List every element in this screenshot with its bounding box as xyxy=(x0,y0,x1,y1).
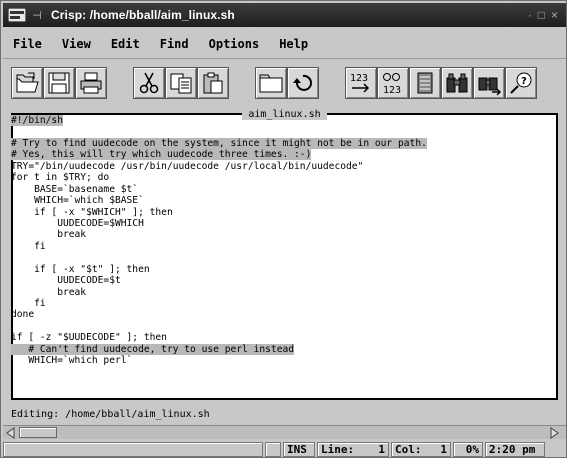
copy-button[interactable] xyxy=(165,67,197,99)
window-title: Crisp: /home/bball/aim_linux.sh xyxy=(51,8,235,22)
menu-find[interactable]: Find xyxy=(150,37,199,51)
code-line[interactable]: WHICH=`which $BASE` xyxy=(11,195,554,206)
percent-indicator: 0% xyxy=(453,442,483,457)
new-buffer-icon xyxy=(259,74,283,93)
open-file-button[interactable] xyxy=(11,67,43,99)
code-line[interactable]: done xyxy=(11,309,554,320)
save-button[interactable] xyxy=(43,67,75,99)
code-line[interactable] xyxy=(11,252,554,263)
replace-button[interactable]: 123 xyxy=(377,67,409,99)
help-icon: ? xyxy=(510,72,532,94)
find-button[interactable] xyxy=(441,67,473,99)
code-line[interactable]: fi xyxy=(11,298,554,309)
menu-edit[interactable]: Edit xyxy=(101,37,150,51)
code-line[interactable]: UUDECODE=$WHICH xyxy=(11,218,554,229)
status-spacer xyxy=(265,442,281,457)
code-line[interactable]: # Yes, this will try which uudecode thre… xyxy=(11,149,554,161)
highlighted-text: #!/bin/sh xyxy=(11,115,63,126)
code-line[interactable]: if [ -z "$UUDECODE" ]; then xyxy=(11,332,554,343)
goto-line-button[interactable]: 123 xyxy=(345,67,377,99)
insert-mode-indicator[interactable]: INS xyxy=(283,442,315,457)
clock: 2:20 pm xyxy=(485,442,545,457)
menu-view[interactable]: View xyxy=(52,37,101,51)
cut-button[interactable] xyxy=(133,67,165,99)
toolbar: 123 123 ? xyxy=(3,63,566,103)
crisp-window: ⊣ Crisp: /home/bball/aim_linux.sh · □ × … xyxy=(0,0,567,458)
find-next-icon xyxy=(478,77,501,96)
svg-text:123: 123 xyxy=(383,85,401,96)
code-line[interactable]: BASE=`basename $t` xyxy=(11,184,554,195)
bottom-status-bar: INS Line: 1 Col: 1 0% 2:20 pm xyxy=(3,441,566,458)
title-bar[interactable]: ⊣ Crisp: /home/bball/aim_linux.sh · □ × xyxy=(3,3,566,27)
menu-bar: File View Edit Find Options Help xyxy=(3,29,566,59)
highlighted-text: # Can't find uudecode, try to use perl i… xyxy=(11,343,295,355)
column-indicator: Col: 1 xyxy=(391,442,451,457)
scroll-thumb[interactable] xyxy=(19,427,57,438)
cut-icon xyxy=(139,72,159,94)
scroll-right-icon[interactable] xyxy=(548,427,560,439)
code-line[interactable]: if [ -x "$t" ]; then xyxy=(11,264,554,275)
horizontal-scrollbar[interactable] xyxy=(3,425,566,439)
code-line[interactable]: WHICH=`which perl` xyxy=(11,355,554,366)
undo-icon xyxy=(293,74,312,91)
svg-text:?: ? xyxy=(521,76,527,87)
bookmark-icon xyxy=(417,72,433,94)
code-line[interactable]: break xyxy=(11,287,554,298)
line-label: Line: xyxy=(321,443,355,456)
menu-file[interactable]: File xyxy=(3,37,52,51)
code-line[interactable]: for t in $TRY; do xyxy=(11,172,554,183)
svg-text:123: 123 xyxy=(350,73,368,84)
paste-icon xyxy=(203,72,223,94)
maximize-button[interactable]: □ xyxy=(538,8,545,22)
copy-icon xyxy=(170,73,192,94)
menu-help[interactable]: Help xyxy=(269,37,318,51)
window-menu-icon[interactable] xyxy=(7,6,27,24)
highlighted-text: # Try to find uudecode on the system, si… xyxy=(11,137,427,149)
code-line[interactable]: # Try to find uudecode on the system, si… xyxy=(11,137,554,149)
undo-button[interactable] xyxy=(287,67,319,99)
find-next-button[interactable] xyxy=(473,67,505,99)
code-line[interactable]: TRY="/bin/uudecode /usr/bin/uudecode /us… xyxy=(11,161,554,172)
highlighted-text: # Yes, this will try which uudecode thre… xyxy=(11,149,312,161)
print-button[interactable] xyxy=(75,67,107,99)
column-label: Col: xyxy=(395,443,422,456)
code-line[interactable] xyxy=(11,321,554,332)
minimize-button[interactable]: · xyxy=(528,8,532,22)
code-area[interactable]: #!/bin/sh # Try to find uudecode on the s… xyxy=(11,115,554,367)
message-area xyxy=(3,442,263,457)
code-line[interactable]: # Can't find uudecode, try to use perl i… xyxy=(11,343,554,355)
menu-options[interactable]: Options xyxy=(199,37,270,51)
column-value: 1 xyxy=(440,443,447,456)
new-buffer-button[interactable] xyxy=(255,67,287,99)
status-line: Editing: /home/bball/aim_linux.sh xyxy=(11,408,210,420)
paste-button[interactable] xyxy=(197,67,229,99)
scroll-left-icon[interactable] xyxy=(5,427,17,439)
line-value: 1 xyxy=(378,443,385,456)
code-line[interactable]: fi xyxy=(11,241,554,252)
pin-icon[interactable]: ⊣ xyxy=(29,9,45,22)
code-line[interactable]: UUDECODE=$t xyxy=(11,275,554,286)
code-line[interactable]: break xyxy=(11,229,554,240)
code-line[interactable]: if [ -x "$WHICH" ]; then xyxy=(11,207,554,218)
bookmark-button[interactable] xyxy=(409,67,441,99)
goto-line-icon: 123 xyxy=(350,73,370,93)
close-button[interactable]: × xyxy=(551,8,558,22)
print-icon xyxy=(80,72,102,94)
line-indicator: Line: 1 xyxy=(317,442,389,457)
code-line[interactable] xyxy=(11,126,554,137)
open-file-icon xyxy=(16,72,39,93)
help-button[interactable]: ? xyxy=(505,67,537,99)
replace-icon: 123 xyxy=(383,73,401,96)
find-icon xyxy=(446,73,468,93)
code-line[interactable]: #!/bin/sh xyxy=(11,115,554,126)
save-icon xyxy=(48,72,70,94)
